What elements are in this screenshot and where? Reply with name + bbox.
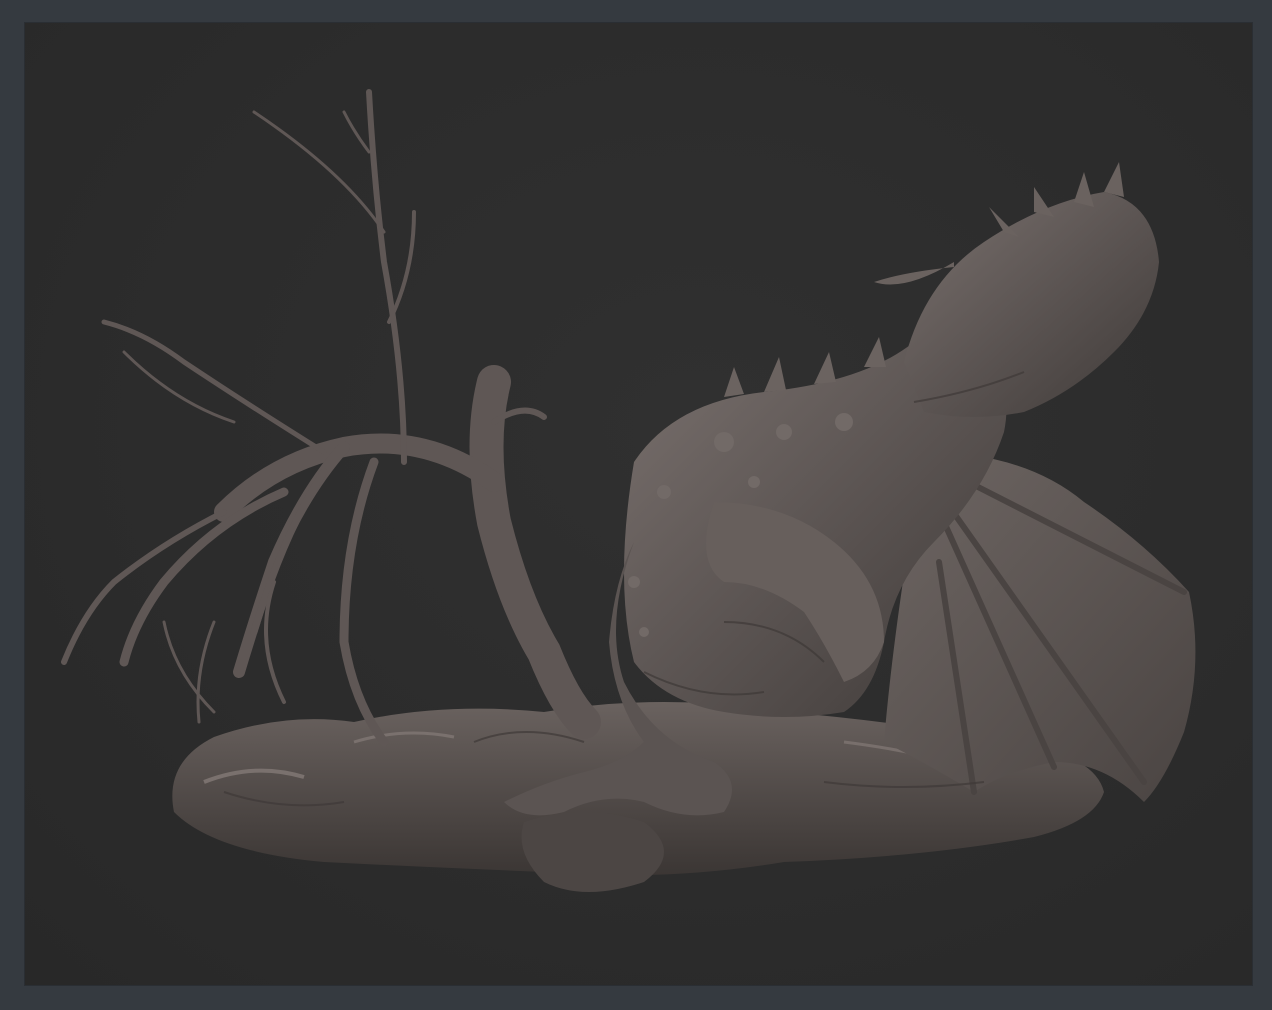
dead-tree <box>61 89 601 747</box>
sculpt-render <box>61 89 1196 892</box>
3d-viewport[interactable] <box>24 22 1253 986</box>
app-frame <box>0 0 1272 1010</box>
